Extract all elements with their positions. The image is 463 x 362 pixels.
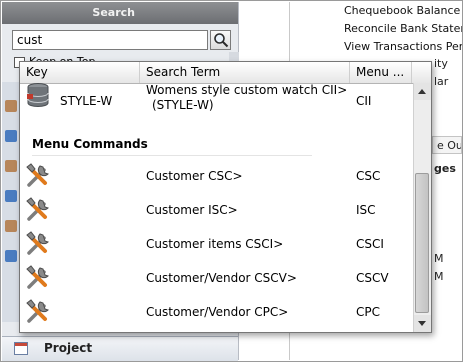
result-row[interactable]: STYLE-W Womens style custom watch CII> (… <box>20 83 413 113</box>
navigation-icon[interactable] <box>5 250 17 262</box>
command-term: Customer items CSCI> <box>146 237 284 251</box>
menu-link[interactable]: Reconcile Bank Statem <box>344 20 463 38</box>
command-menu-code: CSC <box>356 169 381 183</box>
tools-icon <box>26 197 49 221</box>
search-panel-title: Search <box>2 2 238 24</box>
navigation-icon[interactable] <box>5 160 17 172</box>
tools-icon <box>26 163 49 187</box>
project-icon <box>14 342 28 355</box>
command-row[interactable]: Customer CSC> CSC <box>20 160 413 194</box>
command-menu-code: ISC <box>356 203 376 217</box>
command-row[interactable]: Customer/Vendor CPC> CPC <box>20 296 413 330</box>
results-list: STYLE-W Womens style custom watch CII> (… <box>20 83 413 332</box>
tab-partial[interactable]: e Out <box>432 136 462 154</box>
project-label: Project <box>44 341 93 355</box>
vertical-scrollbar[interactable] <box>413 83 431 332</box>
result-term-line: Womens style custom watch CII> <box>146 83 348 97</box>
project-bar[interactable]: Project <box>2 336 238 361</box>
column-header-key[interactable]: Key <box>20 62 140 83</box>
navigation-icon[interactable] <box>5 100 17 112</box>
section-title-menu-commands: Menu Commands <box>32 137 148 151</box>
column-header-menu[interactable]: Menu ... <box>350 62 412 83</box>
command-term: Customer/Vendor CSCV> <box>146 271 297 285</box>
menu-link[interactable]: Chequebook Balance R <box>344 2 463 20</box>
partial-text: M <box>434 252 444 265</box>
search-button[interactable] <box>210 30 231 50</box>
column-header-row: Key Search Term Menu ... <box>20 62 431 84</box>
command-row[interactable]: Customer/Vendor CSCV> CSCV <box>20 262 413 296</box>
tools-icon <box>26 231 49 255</box>
column-header-search-term[interactable]: Search Term <box>140 62 350 83</box>
navigation-icon[interactable] <box>5 130 17 142</box>
result-term: Womens style custom watch CII> (STYLE-W) <box>146 83 347 113</box>
menu-link[interactable]: View Transactions Pen <box>344 38 463 56</box>
database-icon <box>27 83 49 108</box>
command-row[interactable]: Customer ISC> ISC <box>20 194 413 228</box>
arrow-down-icon <box>418 321 426 326</box>
partial-text: lar <box>434 75 449 88</box>
section-divider <box>32 155 312 156</box>
command-term: Customer CSC> <box>146 169 243 183</box>
partial-text: ity <box>434 57 448 70</box>
command-menu-code: CPC <box>356 305 380 319</box>
navigation-icon[interactable] <box>5 220 17 232</box>
command-menu-code: CSCV <box>356 271 389 285</box>
scrollbar-thumb[interactable] <box>415 173 429 313</box>
command-term: Customer ISC> <box>146 203 238 217</box>
result-menu: CII <box>356 94 372 108</box>
scroll-up-button[interactable] <box>414 83 431 100</box>
command-row[interactable]: Customer items CSCI> CSCI <box>20 228 413 262</box>
search-icon <box>214 33 229 48</box>
result-term-line: (STYLE-W) <box>152 98 214 112</box>
scroll-down-button[interactable] <box>414 315 431 332</box>
command-term: Customer/Vendor CPC> <box>146 305 289 319</box>
result-key: STYLE-W <box>60 94 113 108</box>
command-menu-code: CSCI <box>356 237 384 251</box>
navigation-icon[interactable] <box>5 190 17 202</box>
tools-icon <box>26 265 49 289</box>
partial-text: M <box>434 270 444 283</box>
tools-icon <box>26 299 49 323</box>
partial-heading: ges <box>434 162 456 175</box>
menu-links-list: Chequebook Balance R Reconcile Bank Stat… <box>344 2 463 56</box>
search-input[interactable] <box>12 30 208 50</box>
search-results-popup: Key Search Term Menu ... STYLE-W Womens … <box>19 61 432 333</box>
arrow-up-icon <box>418 89 426 94</box>
